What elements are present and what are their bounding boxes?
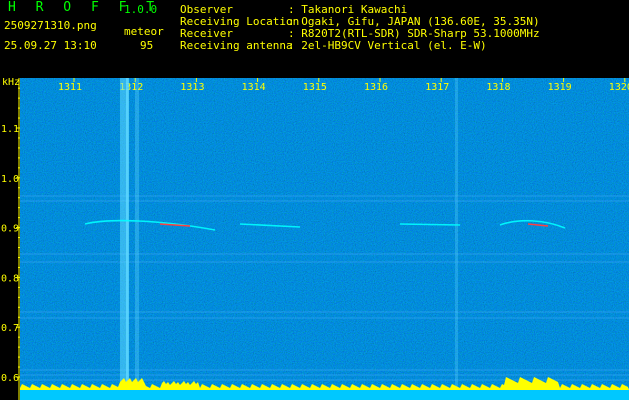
y-tick-label: 0.7 (1, 323, 19, 334)
y-tick-label: 1.0 (1, 174, 19, 185)
x-tick-label: 1317 (425, 82, 449, 93)
y-tick-label: 0.6 (1, 373, 19, 384)
app-version: 1.0.0 (124, 3, 158, 16)
x-tick-label: 1315 (303, 82, 327, 93)
interference-band (135, 78, 139, 388)
x-tick-label: 1320 (609, 82, 629, 93)
x-tick-label: 1311 (58, 82, 82, 93)
y-tick-label: 0.9 (1, 224, 19, 235)
antenna-value: : 2el-HB9CV Vertical (el. E-W) (288, 39, 487, 52)
x-tick-label: 1316 (364, 82, 388, 93)
y-tick-label: 0.8 (1, 273, 19, 284)
x-tick-label: 1313 (180, 82, 204, 93)
interference-band (455, 78, 458, 388)
capture-datetime: 25.09.27 13:10 (4, 39, 97, 52)
y-axis-unit: kHz (2, 78, 20, 88)
x-tick-label: 1318 (486, 82, 510, 93)
y-tick-label: 1.1 (1, 124, 19, 135)
y-axis: kHz 1.1 1.0 0.9 0.8 0.7 0.6 (1, 78, 20, 400)
spectrogram: kHz1.11.00.90.80.70.6 1311 1312 1313 1314 13… (1, 78, 629, 400)
echo-trace (399, 223, 461, 226)
x-tick-label: 1319 (548, 82, 572, 93)
interference-band (126, 78, 129, 388)
x-tick-label: 1314 (242, 82, 266, 93)
mode-label: meteor (124, 25, 164, 38)
file-name: 2509271310.png (4, 19, 97, 32)
antenna-label: Receiving antenna (180, 39, 293, 52)
spectrogram-noise (20, 78, 629, 400)
header-panel: H R O F F T 1.0.0 2509271310.png meteor … (0, 0, 629, 78)
meteor-count: 95 (140, 39, 154, 52)
